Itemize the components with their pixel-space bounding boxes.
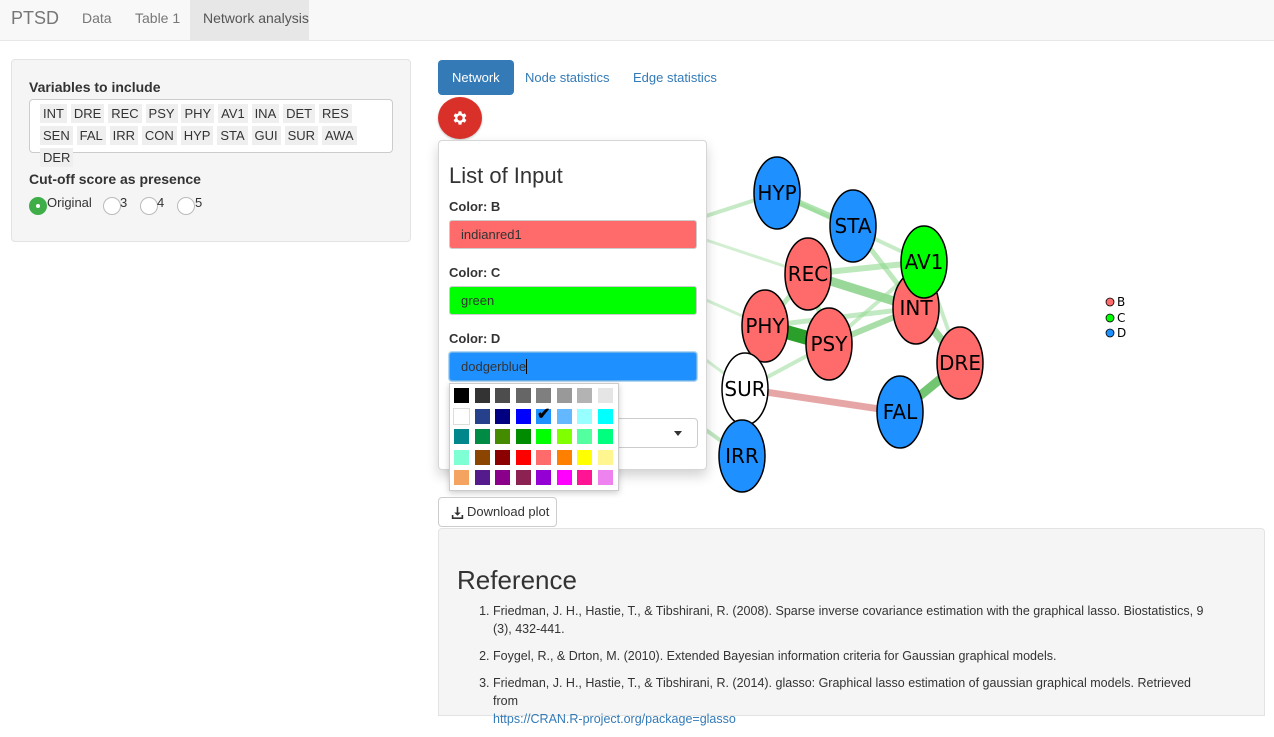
- download-icon: [451, 506, 464, 519]
- palette-swatch[interactable]: [536, 449, 551, 465]
- palette-swatch[interactable]: [495, 470, 510, 485]
- network-node-av1[interactable]: AV1: [900, 225, 948, 299]
- palette-swatch[interactable]: [597, 408, 613, 424]
- color-b-input[interactable]: indianred1: [449, 220, 697, 249]
- network-node-sur[interactable]: SUR: [721, 352, 769, 426]
- palette-swatch[interactable]: [577, 408, 592, 424]
- legend-swatch-d: [1105, 328, 1115, 338]
- node-label: INT: [899, 296, 933, 320]
- reference-item: Friedman, J. H., Hastie, T., & Tibshiran…: [493, 602, 1213, 638]
- reference-text: Foygel, R., & Drton, M. (2010). Extended…: [493, 649, 1057, 663]
- node-label: HYP: [757, 181, 796, 205]
- palette-swatch[interactable]: [495, 429, 510, 444]
- node-label: PHY: [745, 314, 785, 338]
- palette-swatch[interactable]: ✔: [536, 406, 551, 424]
- color-d-label: Color: D: [449, 331, 501, 346]
- palette-swatch[interactable]: [474, 429, 490, 444]
- palette-swatch[interactable]: [474, 449, 490, 465]
- palette-swatch[interactable]: [454, 470, 469, 485]
- palette-swatch[interactable]: [556, 408, 572, 424]
- settings-button[interactable]: [438, 97, 482, 139]
- palette-swatch[interactable]: [474, 470, 490, 485]
- node-label: IRR: [725, 444, 759, 468]
- network-node-dre[interactable]: DRE: [936, 326, 984, 400]
- palette-swatch[interactable]: [515, 408, 531, 424]
- node-label: STA: [834, 214, 871, 238]
- network-node-hyp[interactable]: HYP: [753, 156, 801, 230]
- palette-swatch[interactable]: [495, 388, 510, 403]
- reference-text: Friedman, J. H., Hastie, T., & Tibshiran…: [493, 604, 1204, 636]
- color-c-input[interactable]: green: [449, 286, 697, 315]
- palette-swatch[interactable]: [454, 388, 469, 403]
- palette-swatch[interactable]: [597, 470, 613, 485]
- palette-swatch[interactable]: [536, 388, 551, 403]
- legend-label-d: D: [1117, 326, 1126, 340]
- legend-label-b: B: [1117, 295, 1125, 309]
- palette-swatch[interactable]: [556, 388, 572, 403]
- node-label: REC: [788, 262, 829, 286]
- node-label: PSY: [811, 332, 849, 356]
- node-label: AV1: [905, 250, 944, 274]
- palette-swatch[interactable]: [453, 407, 470, 425]
- color-d-value: dodgerblue: [461, 359, 527, 374]
- reference-panel: Reference Friedman, J. H., Hastie, T., &…: [438, 528, 1265, 726]
- palette-swatch[interactable]: [515, 388, 531, 403]
- reference-text: Friedman, J. H., Hastie, T., & Tibshiran…: [493, 676, 1191, 708]
- node-label: DRE: [939, 351, 981, 375]
- palette-swatch[interactable]: [556, 429, 572, 444]
- network-node-psy[interactable]: PSY: [805, 307, 853, 381]
- palette-swatch[interactable]: [474, 408, 490, 424]
- reference-title: Reference: [457, 565, 577, 595]
- color-c-label: Color: C: [449, 265, 501, 280]
- network-node-phy[interactable]: PHY: [741, 289, 789, 363]
- palette-swatch[interactable]: [515, 449, 531, 465]
- palette-swatch[interactable]: [495, 408, 510, 424]
- color-d-input[interactable]: dodgerblue: [449, 352, 697, 381]
- network-node-fal[interactable]: FAL: [876, 375, 924, 449]
- palette-swatch[interactable]: [577, 449, 592, 465]
- color-palette: ✔: [449, 383, 619, 491]
- color-b-label: Color: B: [449, 199, 501, 214]
- palette-swatch[interactable]: [597, 449, 613, 465]
- palette-swatch[interactable]: [556, 470, 572, 485]
- palette-swatch[interactable]: [556, 449, 572, 465]
- palette-swatch[interactable]: [474, 388, 490, 403]
- network-node-rec[interactable]: REC: [784, 237, 832, 311]
- reference-item: Foygel, R., & Drton, M. (2010). Extended…: [493, 647, 1213, 665]
- network-node-sta[interactable]: STA: [829, 189, 877, 263]
- palette-swatch[interactable]: [536, 429, 551, 444]
- network-legend: B C D: [1105, 295, 1126, 340]
- palette-swatch[interactable]: [536, 470, 551, 485]
- network-node-irr[interactable]: IRR: [718, 419, 766, 493]
- reference-item: Friedman, J. H., Hastie, T., & Tibshiran…: [493, 674, 1213, 728]
- palette-swatch[interactable]: [515, 470, 531, 485]
- palette-swatch[interactable]: [597, 429, 613, 444]
- text-caret: [526, 359, 528, 374]
- node-label: FAL: [883, 400, 918, 424]
- glasso-link[interactable]: https://CRAN.R-project.org/package=glass…: [493, 712, 736, 726]
- palette-swatch[interactable]: [495, 449, 510, 465]
- palette-swatch[interactable]: [454, 429, 469, 444]
- chevron-down-icon: [674, 431, 682, 436]
- download-label: Download plot: [467, 504, 550, 519]
- panel-title: List of Input: [449, 163, 563, 188]
- legend-swatch-c: [1105, 313, 1115, 323]
- palette-swatch[interactable]: [454, 449, 469, 465]
- download-plot-button[interactable]: Download plot: [438, 497, 557, 527]
- layout-select[interactable]: [607, 418, 698, 448]
- legend-label-c: C: [1117, 311, 1125, 325]
- palette-swatch[interactable]: [597, 388, 613, 403]
- check-icon: ✔: [537, 405, 551, 423]
- node-label: SUR: [724, 377, 765, 401]
- palette-swatch[interactable]: [577, 429, 592, 444]
- palette-swatch[interactable]: [515, 429, 531, 444]
- palette-swatch[interactable]: [577, 470, 592, 485]
- reference-list: Friedman, J. H., Hastie, T., & Tibshiran…: [473, 602, 1213, 737]
- legend-swatch-b: [1105, 297, 1115, 307]
- gear-icon: [453, 111, 467, 125]
- palette-swatch[interactable]: [577, 388, 592, 403]
